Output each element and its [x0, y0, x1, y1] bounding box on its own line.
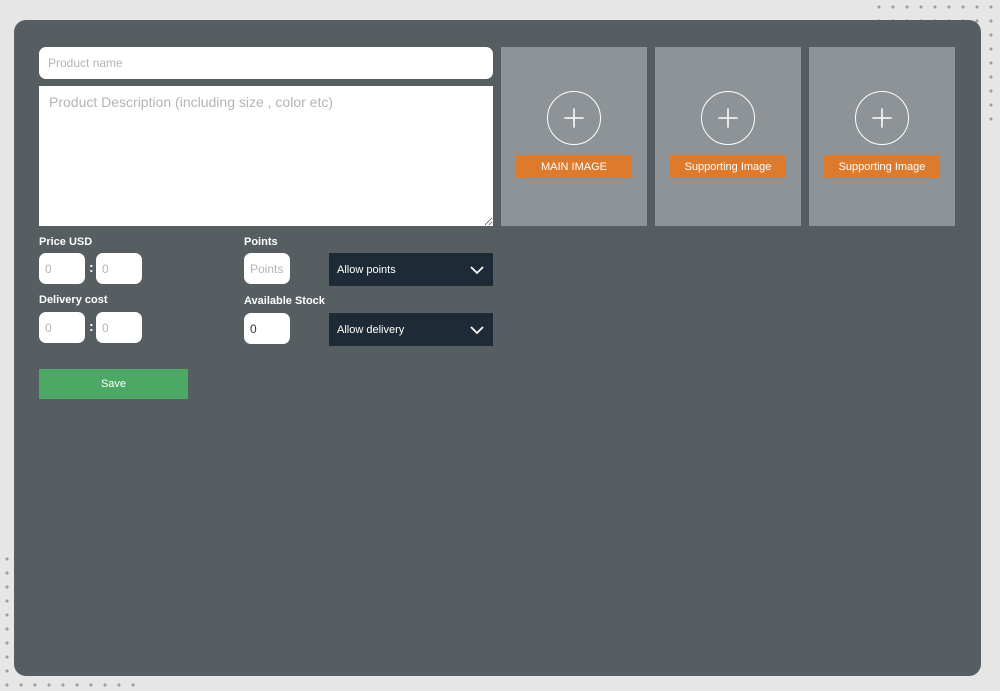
plus-circle-icon[interactable] — [701, 91, 755, 145]
price-minor-input[interactable] — [96, 253, 142, 284]
points-input[interactable] — [244, 253, 290, 284]
supporting-image-card-2: Supporting Image — [809, 47, 955, 226]
plus-circle-icon[interactable] — [855, 91, 909, 145]
supporting-image-button-2[interactable]: Supporting Image — [824, 155, 940, 178]
price-separator: : — [89, 259, 94, 275]
delivery-minor-input[interactable] — [96, 312, 142, 343]
chevron-down-icon — [470, 325, 484, 334]
main-image-card: MAIN IMAGE — [501, 47, 647, 226]
allow-points-select[interactable]: Allow points — [329, 253, 493, 286]
product-name-input[interactable] — [39, 47, 493, 79]
allow-delivery-select[interactable]: Allow delivery — [329, 313, 493, 346]
available-stock-label: Available Stock — [244, 295, 325, 307]
plus-circle-icon[interactable] — [547, 91, 601, 145]
price-major-input[interactable] — [39, 253, 85, 284]
delivery-major-input[interactable] — [39, 312, 85, 343]
allow-points-select-value: Allow points — [337, 263, 396, 276]
product-description-textarea[interactable] — [39, 86, 493, 226]
delivery-cost-label: Delivery cost — [39, 294, 108, 306]
price-label: Price USD — [39, 236, 93, 248]
product-form-panel: Price USD : Delivery cost : Points Avail… — [14, 20, 981, 676]
delivery-separator: : — [89, 318, 94, 334]
main-image-button[interactable]: MAIN IMAGE — [516, 155, 632, 178]
points-label: Points — [244, 236, 278, 248]
save-button[interactable]: Save — [39, 369, 188, 399]
supporting-image-button-1[interactable]: Supporting Image — [670, 155, 786, 178]
allow-delivery-select-value: Allow delivery — [337, 323, 405, 336]
available-stock-input[interactable] — [244, 313, 290, 344]
chevron-down-icon — [470, 265, 484, 274]
supporting-image-card-1: Supporting Image — [655, 47, 801, 226]
